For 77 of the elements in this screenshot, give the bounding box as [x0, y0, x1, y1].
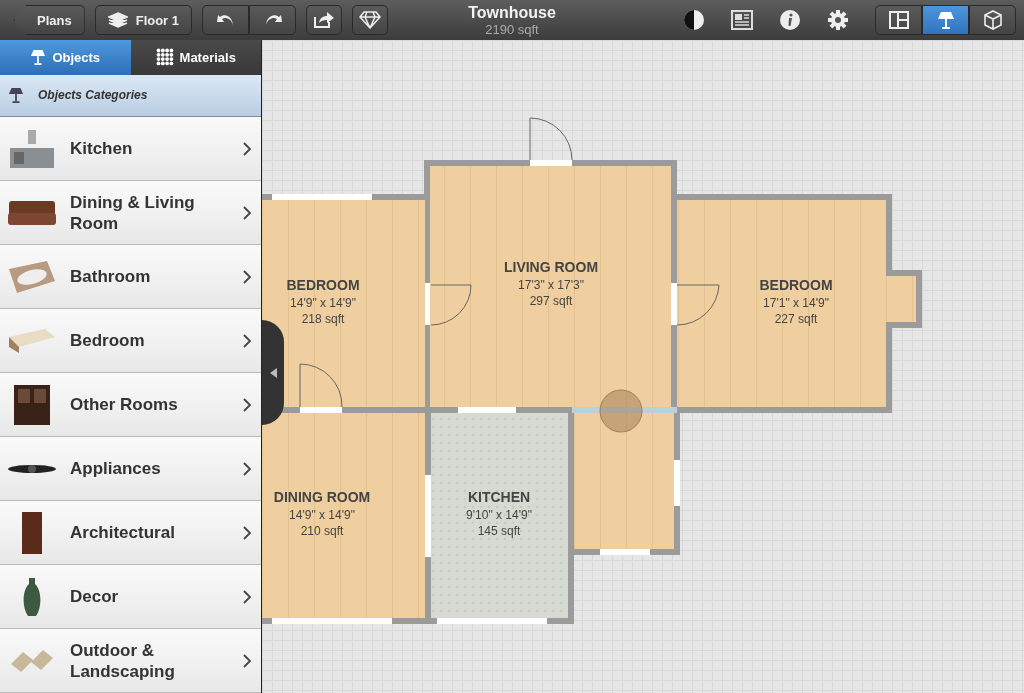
room-area: 297 sqft [529, 294, 573, 308]
sidebar-collapse-handle[interactable] [262, 320, 284, 425]
category-item[interactable]: Other Rooms [0, 373, 261, 437]
vase-icon [23, 577, 41, 616]
room-area: 218 sqft [301, 312, 345, 326]
sidebar-tab[interactable]: Objects [0, 40, 131, 75]
room-name: BEDROOM [286, 277, 360, 293]
room-name: LIVING ROOM [503, 259, 599, 275]
room-dimensions: 17'3" x 17'3" [518, 278, 584, 292]
bed-icon [9, 328, 55, 353]
category-item[interactable]: Decor [0, 565, 261, 629]
chairs-icon [11, 649, 53, 672]
room-area: 210 sqft [300, 524, 344, 538]
section-title: Objects Categories [38, 88, 148, 103]
door-icon [22, 511, 42, 554]
room-area: 227 sqft [774, 312, 818, 326]
category-item[interactable]: Outdoor & Landscaping [0, 629, 261, 693]
contrast-icon[interactable] [683, 9, 705, 31]
lamp-icon [8, 86, 24, 105]
sidebar-tab[interactable]: Materials [130, 40, 261, 75]
category-item[interactable]: Architectural [0, 501, 261, 565]
room[interactable]: DINING ROOM 14'9" x 14'9" 210 sqft [262, 413, 425, 618]
category-item[interactable]: Appliances [0, 437, 261, 501]
layers-icon [107, 12, 128, 28]
room[interactable]: BEDROOM 14'9" x 14'9" 218 sqft [262, 200, 425, 408]
shelf-icon [14, 384, 50, 425]
share-button[interactable] [306, 5, 343, 35]
chevron-right-icon [243, 269, 251, 284]
back-button[interactable]: Plans [14, 5, 85, 35]
plan-area: 2190 sqft [468, 22, 556, 36]
info-icon[interactable] [779, 9, 801, 31]
kitchen-icon [10, 129, 54, 168]
floor-button[interactable]: Floor 1 [94, 5, 193, 35]
room-area: 145 sqft [477, 524, 521, 538]
tiled-room[interactable]: KITCHEN 9'10" x 14'9" 145 sqft [431, 413, 568, 618]
chevron-right-icon [243, 141, 251, 156]
chevron-right-icon [243, 653, 251, 668]
chevron-right-icon [243, 589, 251, 604]
undo-icon [215, 13, 236, 27]
newspaper-icon[interactable] [731, 10, 753, 30]
room-dimensions: 9'10" x 14'9" [466, 508, 532, 522]
undo-button[interactable] [202, 5, 250, 35]
bathtub-icon [9, 260, 55, 293]
diamond-icon [359, 11, 382, 29]
room-dimensions: 17'1" x 14'9" [763, 296, 829, 310]
layout-icon [888, 11, 909, 29]
room-name: DINING ROOM [273, 489, 371, 505]
sofa-icon [8, 200, 56, 225]
cube-icon [983, 10, 1002, 30]
room-dimensions: 14'9" x 14'9" [289, 508, 355, 522]
chevron-right-icon [243, 525, 251, 540]
plan-view-button[interactable] [875, 5, 922, 35]
objects-view-button[interactable] [922, 5, 969, 35]
share-icon [313, 11, 336, 29]
cube-view-button[interactable] [969, 5, 1016, 35]
triangle-left-icon [269, 367, 277, 378]
grid-dots-icon [155, 48, 174, 67]
lamp-icon [30, 48, 47, 67]
drag-handle[interactable] [599, 389, 643, 433]
category-item[interactable]: Bedroom [0, 309, 261, 373]
diamond-button[interactable] [352, 5, 389, 35]
chevron-right-icon [243, 333, 251, 348]
lamp-icon [936, 10, 955, 30]
category-item[interactable]: Dining & Living Room [0, 181, 261, 245]
fan-icon [8, 464, 56, 473]
chevron-right-icon [243, 461, 251, 476]
chevron-right-icon [243, 397, 251, 412]
room-dimensions: 14'9" x 14'9" [290, 296, 356, 310]
category-item[interactable]: Bathroom [0, 245, 261, 309]
room[interactable]: LIVING ROOM 17'3" x 17'3" 297 sqft [430, 166, 671, 407]
door-drawing [529, 117, 573, 161]
redo-button[interactable] [249, 5, 297, 35]
room-name: KITCHEN [467, 489, 531, 505]
category-item[interactable]: Kitchen [0, 117, 261, 181]
chevron-right-icon [243, 205, 251, 220]
plan-title: Townhouse [468, 4, 556, 21]
room-name: BEDROOM [759, 277, 833, 293]
